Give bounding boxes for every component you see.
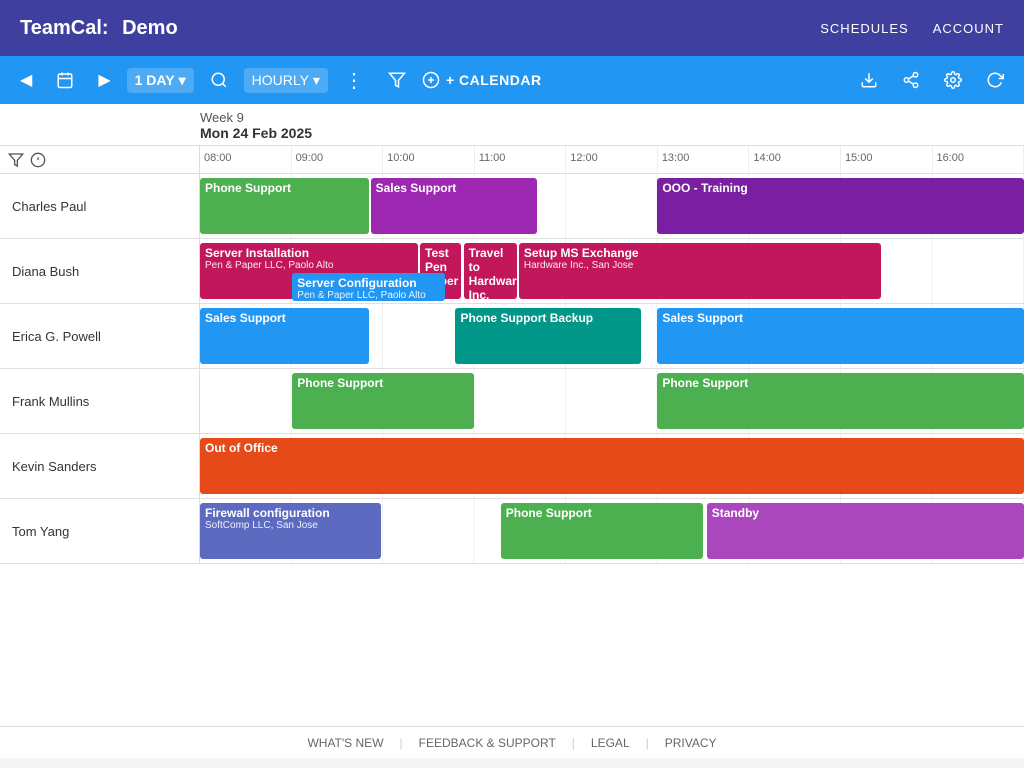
search-button[interactable] bbox=[202, 67, 236, 93]
calendar-row: Frank Mullins Phone Support Phone Support bbox=[0, 369, 1024, 434]
event-subtitle: Pen & Paper LLC, Paolo Alto bbox=[205, 260, 413, 271]
calendar-event[interactable]: Sales Support bbox=[657, 308, 1024, 364]
event-title: Firewall configuration bbox=[205, 506, 376, 520]
time-slot-label: 08:00 bbox=[200, 146, 292, 173]
time-slot-label: 13:00 bbox=[658, 146, 750, 173]
toolbar: ◀ ▶ 1 DAY ▾ HOURLY ▾ ⋮ + CALENDAR bbox=[0, 56, 1024, 104]
time-slot-label: 10:00 bbox=[383, 146, 475, 173]
calendar-container: 08:0009:0010:0011:0012:0013:0014:0015:00… bbox=[0, 146, 1024, 726]
event-title: Phone Support bbox=[297, 376, 468, 390]
download-button[interactable] bbox=[852, 67, 886, 93]
view-selector[interactable]: 1 DAY ▾ bbox=[127, 68, 194, 93]
calendar-event[interactable]: Sales Support bbox=[371, 178, 537, 234]
event-title: Out of Office bbox=[205, 441, 1019, 455]
nav-schedules[interactable]: SCHEDULES bbox=[820, 21, 908, 36]
person-name: Charles Paul bbox=[0, 174, 200, 238]
next-button[interactable]: ▶ bbox=[90, 66, 118, 94]
calendar-rows: Charles Paul Phone Support Sales Support OO… bbox=[0, 174, 1024, 726]
event-title: Sales Support bbox=[205, 311, 364, 325]
header-nav: SCHEDULES ACCOUNT bbox=[820, 21, 1004, 36]
app-title: TeamCal: Demo bbox=[20, 17, 178, 40]
week-info: Week 9 Mon 24 Feb 2025 bbox=[0, 104, 1024, 146]
event-title: Travel to Hardware Inc. bbox=[469, 246, 513, 299]
footer-whats-new[interactable]: WHAT'S NEW bbox=[307, 736, 383, 750]
share-button[interactable] bbox=[894, 67, 928, 93]
calendar-event[interactable]: Phone Support bbox=[501, 503, 703, 559]
event-title: Standby bbox=[712, 506, 1019, 520]
row-events: Server InstallationPen & Paper LLC, Paol… bbox=[200, 239, 1024, 303]
row-events: Firewall configurationSoftComp LLC, San … bbox=[200, 499, 1024, 563]
date-label: Mon 24 Feb 2025 bbox=[200, 125, 1012, 141]
settings-button[interactable] bbox=[936, 67, 970, 93]
add-calendar-button[interactable]: + CALENDAR bbox=[422, 71, 542, 89]
time-header: 08:0009:0010:0011:0012:0013:0014:0015:00… bbox=[0, 146, 1024, 174]
filter-button[interactable] bbox=[380, 67, 414, 93]
calendar-event[interactable]: Out of Office bbox=[200, 438, 1024, 494]
event-subtitle: SoftComp LLC, San Jose bbox=[205, 520, 376, 531]
nav-account[interactable]: ACCOUNT bbox=[933, 21, 1004, 36]
event-title: Phone Support bbox=[662, 376, 1019, 390]
person-name: Tom Yang bbox=[0, 499, 200, 563]
today-button[interactable] bbox=[48, 67, 82, 93]
calendar-row: Tom YangFirewall configurationSoftComp L… bbox=[0, 499, 1024, 564]
calendar-row: Diana BushServer InstallationPen & Paper… bbox=[0, 239, 1024, 304]
calendar-event[interactable]: Sales Support bbox=[200, 308, 369, 364]
event-title: Phone Support bbox=[205, 181, 364, 195]
more-button[interactable]: ⋮ bbox=[336, 64, 372, 97]
calendar-event[interactable]: Setup MS ExchangeHardware Inc., San Jose bbox=[519, 243, 882, 299]
footer-privacy[interactable]: PRIVACY bbox=[665, 736, 717, 750]
calendar-row: Charles Paul Phone Support Sales Support OO… bbox=[0, 174, 1024, 239]
time-slot-label: 11:00 bbox=[475, 146, 567, 173]
footer-legal[interactable]: LEGAL bbox=[591, 736, 630, 750]
event-title: Phone Support bbox=[506, 506, 698, 520]
week-label: Week 9 bbox=[200, 110, 1012, 125]
person-name: Erica G. Powell bbox=[0, 304, 200, 368]
event-title: Sales Support bbox=[662, 311, 1019, 325]
time-slots-header: 08:0009:0010:0011:0012:0013:0014:0015:00… bbox=[200, 146, 1024, 173]
calendar-event[interactable]: Server ConfigurationPen & Paper LLC, Pao… bbox=[292, 273, 444, 301]
event-title: Sales Support bbox=[376, 181, 532, 195]
person-name: Kevin Sanders bbox=[0, 434, 200, 498]
row-events: Sales Support Phone Support Backup Sales S… bbox=[200, 304, 1024, 368]
time-slot-label: 12:00 bbox=[566, 146, 658, 173]
row-events: Out of Office bbox=[200, 434, 1024, 498]
footer-feedback[interactable]: FEEDBACK & SUPPORT bbox=[419, 736, 556, 750]
event-title: OOO - Training bbox=[662, 181, 1019, 195]
calendar-row: Erica G. Powell Sales Support Phone Suppor… bbox=[0, 304, 1024, 369]
calendar-event[interactable]: Phone Support bbox=[200, 178, 369, 234]
calendar-event[interactable]: Travel to Hardware Inc. bbox=[464, 243, 518, 299]
calendar-event[interactable]: Standby bbox=[707, 503, 1024, 559]
event-title: Phone Support Backup bbox=[460, 311, 635, 325]
row-events: Phone Support Sales Support OOO - Training bbox=[200, 174, 1024, 238]
time-slot-label: 16:00 bbox=[933, 146, 1024, 173]
event-title: Server Configuration bbox=[297, 276, 439, 290]
footer: WHAT'S NEW | FEEDBACK & SUPPORT | LEGAL … bbox=[0, 726, 1024, 758]
time-slot-label: 15:00 bbox=[841, 146, 933, 173]
hourly-selector[interactable]: HOURLY ▾ bbox=[244, 68, 328, 93]
event-subtitle: Hardware Inc., San Jose bbox=[524, 260, 877, 271]
calendar-event[interactable]: OOO - Training bbox=[657, 178, 1024, 234]
event-title: Setup MS Exchange bbox=[524, 246, 877, 260]
event-title: Server Installation bbox=[205, 246, 413, 260]
calendar-event[interactable]: Phone Support Backup bbox=[455, 308, 640, 364]
calendar-row: Kevin Sanders Out of Office bbox=[0, 434, 1024, 499]
calendar-event[interactable]: Phone Support bbox=[292, 373, 473, 429]
filter-icons bbox=[0, 146, 200, 173]
time-slot-label: 14:00 bbox=[749, 146, 841, 173]
person-name: Diana Bush bbox=[0, 239, 200, 303]
person-name: Frank Mullins bbox=[0, 369, 200, 433]
header: TeamCal: Demo SCHEDULES ACCOUNT bbox=[0, 0, 1024, 56]
time-slot-label: 09:00 bbox=[292, 146, 384, 173]
event-subtitle: Pen & Paper LLC, Paolo Alto bbox=[297, 290, 439, 301]
refresh-button[interactable] bbox=[978, 67, 1012, 93]
prev-button[interactable]: ◀ bbox=[12, 66, 40, 94]
row-events: Phone Support Phone Support bbox=[200, 369, 1024, 433]
calendar-event[interactable]: Phone Support bbox=[657, 373, 1024, 429]
calendar-event[interactable]: Firewall configurationSoftComp LLC, San … bbox=[200, 503, 381, 559]
